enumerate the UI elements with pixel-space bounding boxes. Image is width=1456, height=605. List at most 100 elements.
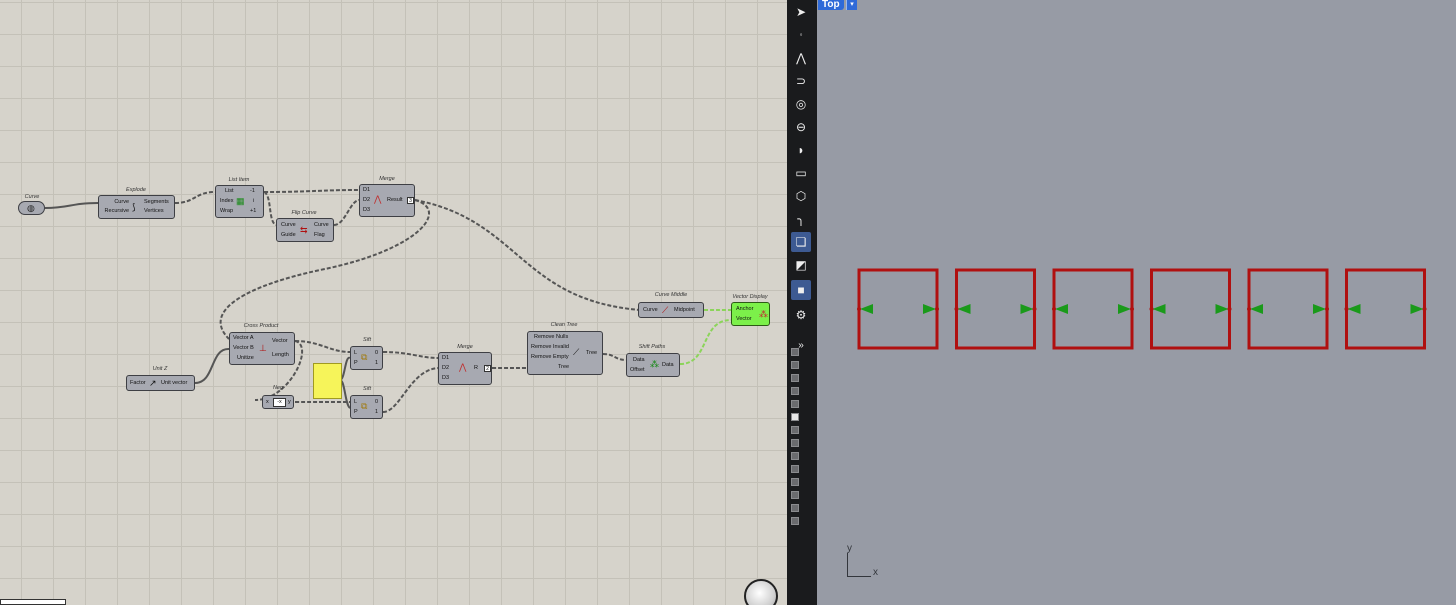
curve-param[interactable]: ◍ [18, 201, 45, 215]
arc-icon[interactable]: ◗ [791, 140, 811, 160]
osnap-checkbox[interactable] [791, 452, 799, 460]
merge-top-output-result[interactable]: Result [387, 197, 403, 204]
explode-input-curve[interactable]: Curve [101, 199, 129, 206]
explode-output-segments[interactable]: Segments [144, 199, 169, 206]
viewport-tab-dropdown-icon[interactable]: ▾ [846, 0, 857, 10]
sift-bottom-input-l[interactable]: L [354, 399, 357, 406]
osnap-checkbox[interactable] [791, 387, 799, 395]
merge-top-input-d2[interactable]: D2 [363, 197, 370, 204]
osnap-checkbox[interactable] [791, 400, 799, 408]
list-item-output-prev[interactable]: -1 [250, 188, 255, 195]
clean-tree-component[interactable]: Remove Nulls Remove Invalid Remove Empty… [527, 331, 603, 375]
neg-output-y[interactable]: y [288, 399, 291, 406]
fillet-icon[interactable]: ╮ [791, 209, 811, 229]
flip-curve-input-curve[interactable]: Curve [281, 222, 296, 229]
curve-middle-input-curve[interactable]: Curve [643, 307, 658, 314]
canvas-corner-widget[interactable] [0, 599, 66, 605]
flip-curve-output-curve[interactable]: Curve [314, 222, 329, 229]
clean-tree-input-nulls[interactable]: Remove Nulls [534, 334, 568, 341]
sift-top-input-l[interactable]: L [354, 350, 357, 357]
box-icon[interactable]: ■ [791, 280, 811, 300]
circle-icon[interactable]: ◎ [791, 94, 811, 114]
sift-top-input-p[interactable]: P [354, 360, 358, 367]
cross-product-output-vector[interactable]: Vector [272, 338, 288, 345]
extrude-icon[interactable]: ❏ [791, 232, 811, 252]
shift-paths-input-data[interactable]: Data [633, 357, 645, 364]
curve-icon[interactable]: ⊃ [791, 71, 811, 91]
osnap-checkbox[interactable] [791, 517, 799, 525]
osnap-checkbox[interactable] [791, 426, 799, 434]
merge-top-input-d3[interactable]: D3 [363, 207, 370, 214]
clean-tree-input-invalid[interactable]: Remove Invalid [531, 344, 569, 351]
flip-curve-component[interactable]: Curve Guide ⇆ Curve Flag [276, 218, 334, 242]
sift-top-component[interactable]: L P ⧉ 0 1 [350, 346, 383, 370]
osnap-checkbox[interactable] [791, 504, 799, 512]
list-item-output-next[interactable]: +1 [250, 208, 256, 215]
osnap-checkbox[interactable] [791, 361, 799, 369]
osnap-checkbox[interactable] [791, 374, 799, 382]
vector-display-input-vector[interactable]: Vector [736, 316, 752, 323]
ellipse-icon[interactable]: ⊖ [791, 117, 811, 137]
sift-top-output-1[interactable]: 1 [375, 360, 378, 367]
list-item-input-wrap[interactable]: Wrap [220, 208, 233, 215]
clean-tree-input-tree[interactable]: Tree [558, 364, 569, 371]
osnap-checkbox[interactable] [791, 465, 799, 473]
vector-display-input-anchor[interactable]: Anchor [736, 306, 753, 313]
osnap-checkbox[interactable] [791, 478, 799, 486]
grasshopper-canvas[interactable]: Curve ◍ Explode Curve Recursive ⟆ Segmen… [0, 0, 787, 605]
polyline-icon[interactable]: ⋀ [791, 48, 811, 68]
polygon-icon[interactable]: ⬡ [791, 186, 811, 206]
clean-tree-output-tree[interactable]: Tree [586, 350, 597, 357]
gear-icon[interactable]: ⚙ [791, 305, 811, 325]
sift-bottom-component[interactable]: L P ⧉ 0 1 [350, 395, 383, 419]
rectangle-icon[interactable]: ▭ [791, 163, 811, 183]
list-item-output-i[interactable]: i [253, 198, 254, 205]
canvas-navigation-wheel[interactable] [744, 579, 778, 605]
shift-paths-input-offset[interactable]: Offset [630, 367, 645, 374]
merge-bottom-component[interactable]: D1 D2 D3 ⋀ R 2 [438, 352, 492, 385]
merge-bottom-input-d1[interactable]: D1 [442, 355, 449, 362]
cross-product-input-a[interactable]: Vector A [233, 335, 254, 342]
osnap-checkbox[interactable] [791, 491, 799, 499]
cross-product-input-b[interactable]: Vector B [233, 345, 254, 352]
cross-product-input-unitize[interactable]: Unitize [237, 355, 254, 362]
point-icon[interactable]: ◦ [791, 25, 811, 45]
sift-bottom-output-1[interactable]: 1 [375, 409, 378, 416]
shift-paths-component[interactable]: Data Offset ⁂ Data [626, 353, 680, 377]
osnap-checkbox[interactable] [791, 348, 799, 356]
curve-middle-output-midpoint[interactable]: Midpoint [674, 307, 695, 314]
shift-paths-output-data[interactable]: Data [662, 362, 674, 369]
neg-input-x[interactable]: x [266, 399, 269, 406]
list-item-input-list[interactable]: List [225, 188, 234, 195]
viewport-tab-top[interactable]: Top [818, 0, 844, 10]
list-item-input-index[interactable]: Index [220, 198, 233, 205]
explode-component[interactable]: Curve Recursive ⟆ Segments Vertices [98, 195, 175, 219]
flip-curve-output-flag[interactable]: Flag [314, 232, 325, 239]
cross-product-component[interactable]: Vector A Vector B Unitize ⊥ Vector Lengt… [229, 332, 295, 365]
clean-tree-input-empty[interactable]: Remove Empty [531, 354, 569, 361]
osnap-checkbox[interactable] [791, 413, 799, 421]
unit-z-input-factor[interactable]: Factor [130, 380, 146, 387]
explode-input-recursive[interactable]: Recursive [101, 208, 129, 215]
sift-top-output-0[interactable]: 0 [375, 350, 378, 357]
flip-curve-input-guide[interactable]: Guide [281, 232, 296, 239]
merge-top-component[interactable]: D1 D2 D3 ⋀ Result 3 [359, 184, 415, 217]
explode-output-vertices[interactable]: Vertices [144, 208, 164, 215]
boolean-pattern-panel[interactable] [313, 363, 342, 399]
select-arrow-icon[interactable]: ➤ [791, 2, 811, 22]
merge-top-input-d1[interactable]: D1 [363, 187, 370, 194]
vector-display-component[interactable]: Anchor Vector ⁂ [731, 302, 770, 326]
curve-middle-component[interactable]: Curve ⟋ Midpoint [638, 302, 704, 318]
merge-bottom-input-d2[interactable]: D2 [442, 365, 449, 372]
merge-bottom-input-d3[interactable]: D3 [442, 375, 449, 382]
cross-product-output-length[interactable]: Length [272, 352, 289, 359]
merge-bottom-output-r[interactable]: R [474, 365, 478, 372]
sift-bottom-output-0[interactable]: 0 [375, 399, 378, 406]
list-item-component[interactable]: List Index Wrap ▦ -1 i +1 [215, 185, 264, 218]
surface-icon[interactable]: ◩ [791, 255, 811, 275]
neg-component[interactable]: x -x y [262, 395, 294, 409]
sift-bottom-input-p[interactable]: P [354, 409, 358, 416]
unit-z-output[interactable]: Unit vector [161, 380, 187, 387]
osnap-checkbox[interactable] [791, 439, 799, 447]
unit-z-component[interactable]: Factor ↗ Unit vector [126, 375, 195, 391]
